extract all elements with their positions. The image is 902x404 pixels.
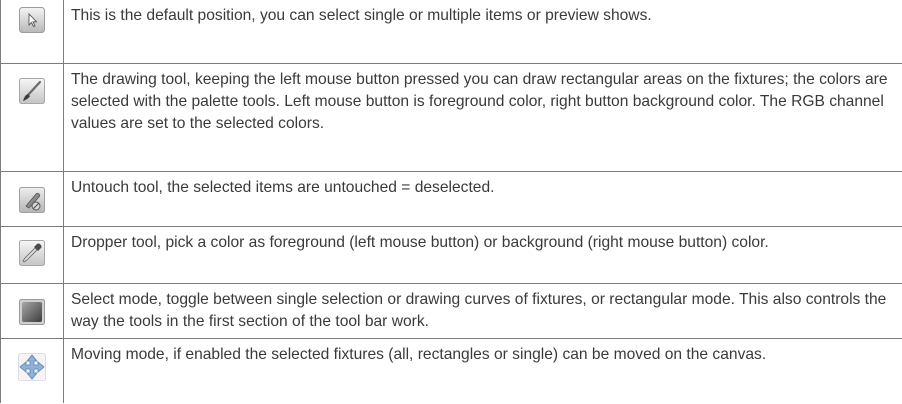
icon-cell	[0, 0, 64, 64]
table-row: Select mode, toggle between single selec…	[0, 282, 902, 339]
table-row: This is the default position, you can se…	[0, 0, 902, 64]
brush-icon	[19, 77, 45, 104]
tool-description: Select mode, toggle between single selec…	[63, 282, 902, 339]
tool-description: Untouch tool, the selected items are unt…	[63, 170, 902, 227]
icon-cell	[0, 170, 64, 227]
tool-description: Moving mode, if enabled the selected fix…	[63, 337, 902, 403]
move-arrows-icon	[18, 352, 46, 381]
arrow-pointer-icon	[19, 7, 45, 33]
table-row: Moving mode, if enabled the selected fix…	[0, 337, 902, 403]
tool-description: The drawing tool, keeping the left mouse…	[63, 62, 902, 172]
icon-cell	[0, 225, 64, 284]
icon-cell	[0, 337, 64, 403]
icon-cell	[0, 282, 64, 339]
icon-cell	[0, 62, 64, 172]
table-row: Untouch tool, the selected items are unt…	[0, 170, 902, 227]
untouch-icon	[19, 186, 45, 213]
tool-description: Dropper tool, pick a color as foreground…	[63, 225, 902, 284]
tools-table: This is the default position, you can se…	[0, 0, 902, 403]
dropper-icon	[19, 239, 45, 266]
table-row: The drawing tool, keeping the left mouse…	[0, 62, 902, 172]
select-mode-icon	[19, 298, 45, 325]
tool-description: This is the default position, you can se…	[63, 0, 902, 64]
table-row: Dropper tool, pick a color as foreground…	[0, 225, 902, 284]
